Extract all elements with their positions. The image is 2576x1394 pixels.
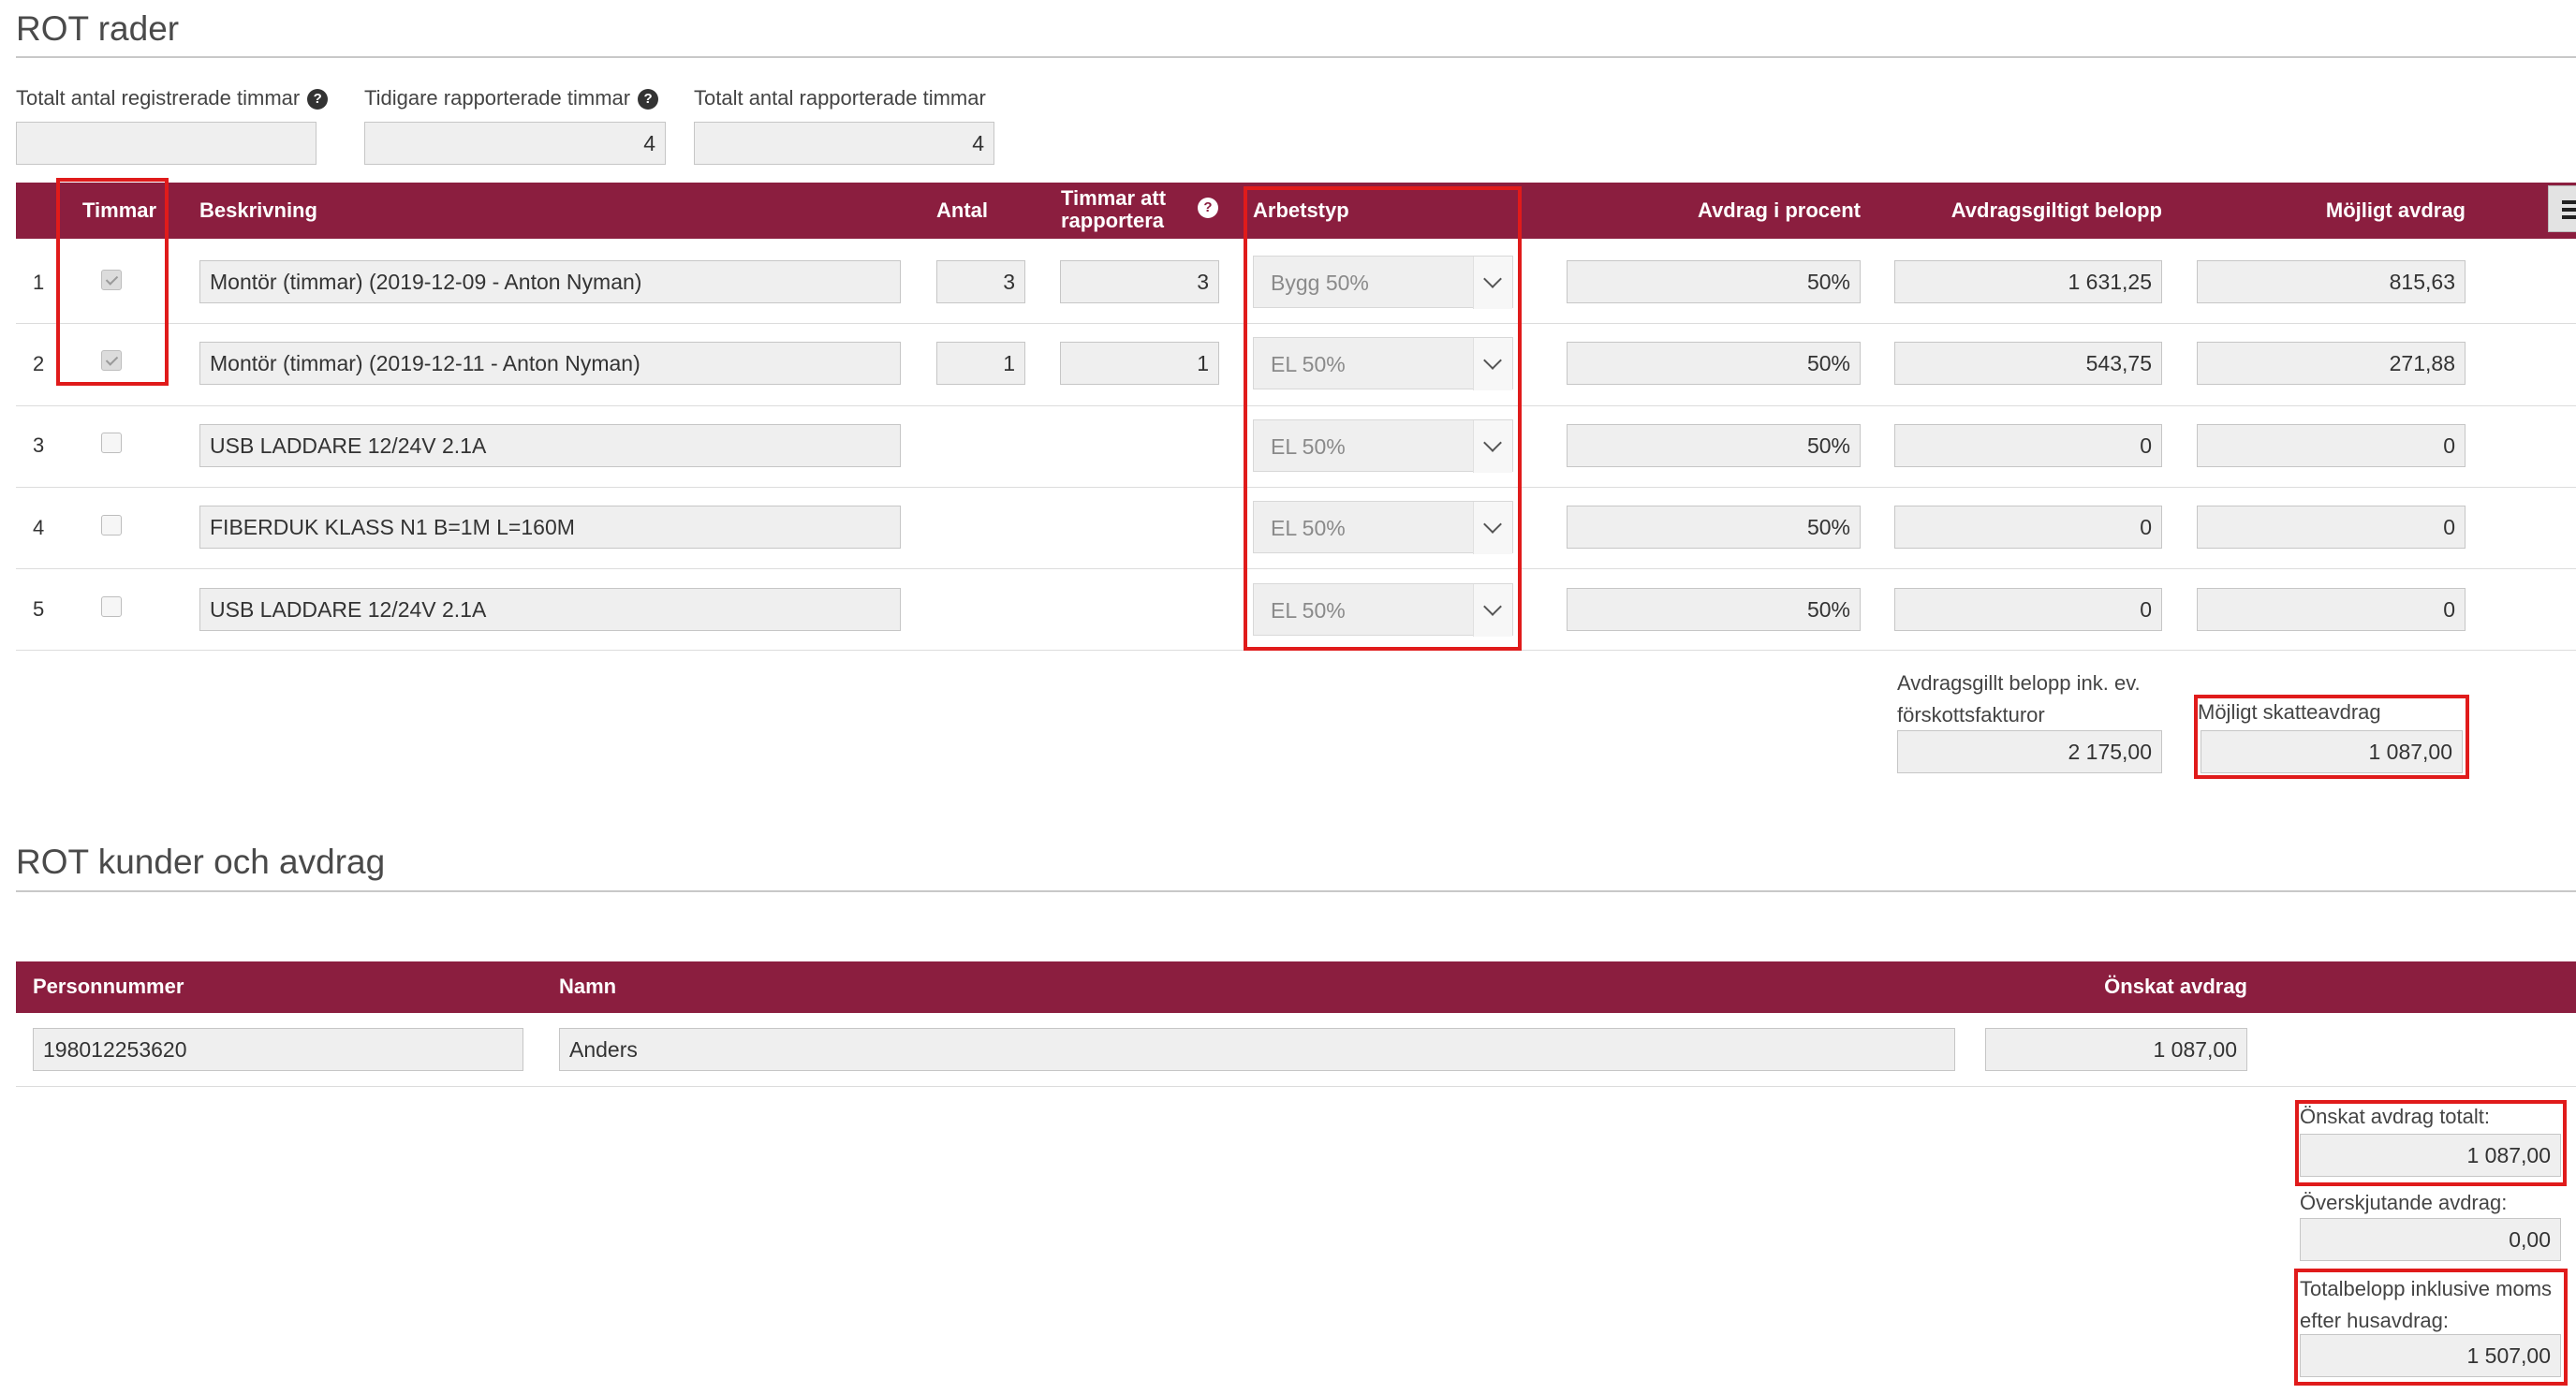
highlight-possible-tax-deduction — [2194, 695, 2469, 779]
section-title-rot-kunder: ROT kunder och avdrag — [16, 843, 386, 881]
column-header-hours-to-report-line2: rapportera — [1061, 209, 1165, 232]
row-hours-checkbox[interactable] — [101, 433, 122, 453]
row-deductible-amount-field[interactable]: 0 — [1894, 424, 2162, 467]
excess-deduction-label: Överskjutande avdrag: — [2300, 1191, 2508, 1214]
total-registered-label-text: Totalt antal registrerade timmar — [16, 86, 301, 110]
customer-personnummer-field[interactable]: 198012253620 — [33, 1028, 523, 1071]
highlight-hours-column — [56, 178, 169, 386]
row-hours-to-report-field[interactable]: 3 — [1060, 260, 1219, 303]
column-header-requested-deduction: Önskat avdrag — [2104, 975, 2247, 998]
row-possible-deduction-field[interactable]: 271,88 — [2197, 342, 2466, 385]
row-number: 2 — [33, 352, 45, 375]
help-icon[interactable]: ? — [307, 89, 329, 110]
row-divider — [16, 1086, 2576, 1087]
deductible-total-label: Avdragsgillt belopp ink. ev. förskottsfa… — [1897, 668, 2141, 731]
row-possible-deduction-field[interactable]: 0 — [2197, 588, 2466, 631]
total-registered-label: Totalt antal registrerade timmar? — [16, 86, 329, 110]
row-deduction-percent-field[interactable]: 50% — [1567, 588, 1861, 631]
row-number: 4 — [33, 516, 45, 539]
row-hours-checkbox[interactable] — [101, 515, 122, 536]
hamburger-menu-icon-bar — [2562, 208, 2576, 212]
column-header-quantity: Antal — [936, 198, 988, 222]
deductible-total-label-line2: förskottsfakturor — [1897, 703, 2045, 726]
row-description-field[interactable]: Montör (timmar) (2019-12-11 - Anton Nyma… — [199, 342, 901, 385]
column-header-description: Beskrivning — [199, 198, 317, 222]
column-header-personnummer: Personnummer — [33, 975, 184, 998]
column-header-possible-deduction: Möjligt avdrag — [2325, 198, 2466, 222]
row-deduction-percent-field[interactable]: 50% — [1567, 424, 1861, 467]
row-number: 5 — [33, 597, 45, 621]
row-deductible-amount-field[interactable]: 0 — [1894, 588, 2162, 631]
highlight-requested-total — [2295, 1100, 2567, 1186]
deductible-total-field[interactable]: 2 175,00 — [1897, 730, 2162, 773]
row-possible-deduction-field[interactable]: 815,63 — [2197, 260, 2466, 303]
hamburger-menu-icon — [2562, 200, 2576, 204]
row-deductible-amount-field[interactable]: 1 631,25 — [1894, 260, 2162, 303]
deductible-total-label-line1: Avdragsgillt belopp ink. ev. — [1897, 671, 2141, 695]
row-number: 1 — [33, 271, 45, 294]
row-description-field[interactable]: USB LADDARE 12/24V 2.1A — [199, 588, 901, 631]
excess-deduction-field[interactable]: 0,00 — [2300, 1218, 2561, 1261]
column-header-hours-to-report-line1: Timmar att — [1061, 186, 1167, 210]
help-icon[interactable]: ? — [638, 89, 659, 110]
row-description-field[interactable]: FIBERDUK KLASS N1 B=1M L=160M — [199, 506, 901, 549]
column-header-deduction-percent: Avdrag i procent — [1698, 198, 1861, 222]
row-hours-to-report-field[interactable]: 1 — [1060, 342, 1219, 385]
row-deductible-amount-field[interactable]: 0 — [1894, 506, 2162, 549]
row-deduction-percent-field[interactable]: 50% — [1567, 342, 1861, 385]
previous-reported-hours-field[interactable]: 4 — [364, 122, 666, 165]
row-deduction-percent-field[interactable]: 50% — [1567, 260, 1861, 303]
column-menu-button[interactable] — [2548, 185, 2576, 232]
total-reported-label: Totalt antal rapporterade timmar — [694, 86, 986, 110]
column-header-deductible-amount: Avdragsgiltigt belopp — [1950, 198, 2162, 222]
section-divider — [16, 56, 2576, 58]
column-header-name: Namn — [559, 975, 617, 998]
row-deductible-amount-field[interactable]: 543,75 — [1894, 342, 2162, 385]
previous-reported-label-text: Tidigare rapporterade timmar — [364, 86, 631, 110]
row-description-field[interactable]: Montör (timmar) (2019-12-09 - Anton Nyma… — [199, 260, 901, 303]
row-number: 3 — [33, 433, 45, 457]
highlight-work-type-column — [1244, 186, 1522, 651]
hamburger-menu-icon-bar — [2562, 215, 2576, 219]
section-divider — [16, 890, 2576, 892]
help-icon[interactable]: ? — [1198, 198, 1218, 218]
row-description-field[interactable]: USB LADDARE 12/24V 2.1A — [199, 424, 901, 467]
row-quantity-field[interactable]: 3 — [936, 260, 1025, 303]
row-deduction-percent-field[interactable]: 50% — [1567, 506, 1861, 549]
customer-name-field[interactable]: Anders — [559, 1028, 1955, 1071]
row-quantity-field[interactable]: 1 — [936, 342, 1025, 385]
total-reported-hours-field[interactable]: 4 — [694, 122, 994, 165]
total-registered-hours-field[interactable] — [16, 122, 316, 165]
section-title-rot-rader: ROT rader — [16, 9, 180, 48]
row-possible-deduction-field[interactable]: 0 — [2197, 506, 2466, 549]
row-hours-checkbox[interactable] — [101, 596, 122, 617]
customer-requested-deduction-field[interactable]: 1 087,00 — [1985, 1028, 2247, 1071]
row-possible-deduction-field[interactable]: 0 — [2197, 424, 2466, 467]
column-header-hours-to-report: Timmar att rapportera — [1061, 187, 1166, 232]
previous-reported-label: Tidigare rapporterade timmar? — [364, 86, 659, 110]
highlight-total-after-deduction — [2294, 1269, 2568, 1386]
